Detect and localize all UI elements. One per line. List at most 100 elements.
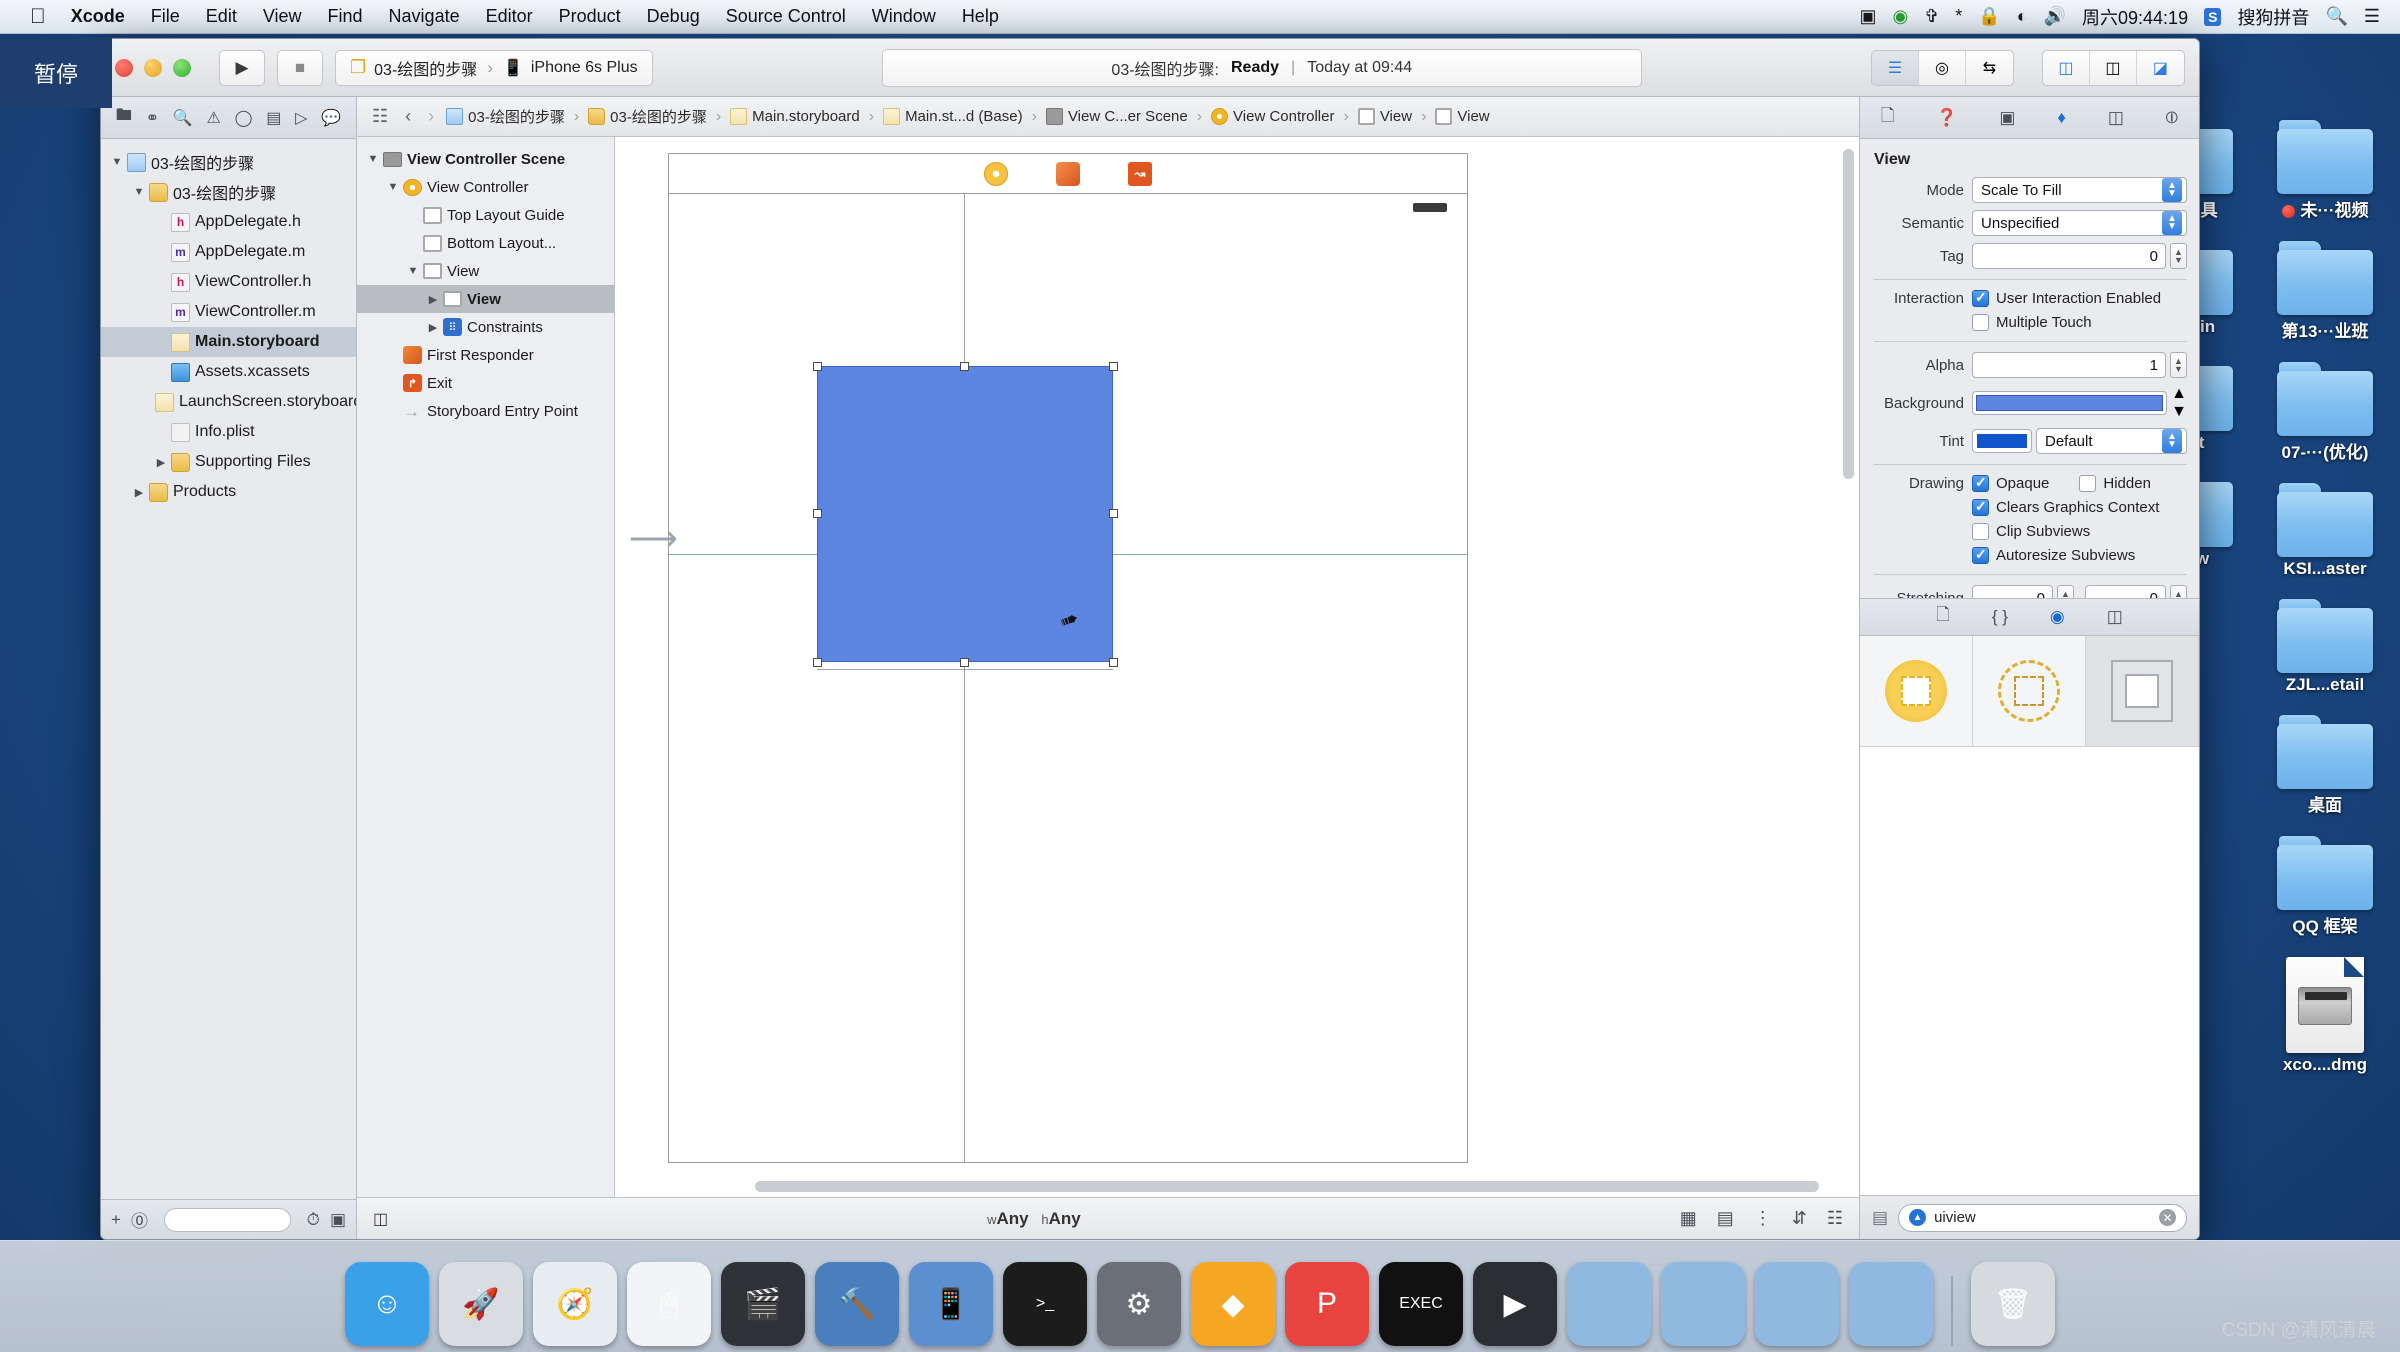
navigator-item[interactable]: mAppDelegate.m — [101, 237, 356, 267]
field-tag[interactable]: Tag 0 ▲▼ — [1860, 243, 2187, 269]
stretch-y-input[interactable]: 0 — [2085, 585, 2166, 598]
alpha-stepper[interactable]: ▲▼ — [2170, 352, 2187, 378]
autoresize-checkbox[interactable] — [1972, 547, 1989, 564]
dock-app-media-player[interactable]: ▶ — [1473, 1262, 1557, 1346]
issue-icon[interactable]: ⚠ — [206, 108, 220, 128]
object-library-grid[interactable] — [1860, 636, 2199, 746]
filter-circle-icon[interactable]: ⓪ — [131, 1207, 148, 1232]
field-multiple-touch[interactable]: Multiple Touch — [1860, 314, 2187, 331]
outline-item[interactable]: ↱Exit — [357, 369, 614, 397]
standard-editor-icon[interactable]: ☰ — [1872, 51, 1919, 85]
outline-item[interactable]: →Storyboard Entry Point — [357, 397, 614, 425]
unsaved-icon[interactable]: ▣ — [330, 1210, 346, 1230]
semantic-popup[interactable]: Unspecified ▲▼ — [1972, 210, 2187, 236]
resize-handle-bottom-right[interactable] — [1109, 658, 1118, 667]
navigator-item[interactable]: ▼03-绘图的步骤 — [101, 177, 356, 207]
resize-handle-middle-left[interactable] — [813, 509, 822, 518]
dock-app-safari[interactable]: 🧭 — [533, 1262, 617, 1346]
outline-item[interactable]: ▼View — [357, 257, 614, 285]
field-stretching[interactable]: Stretching 0 ▲▼ 0 ▲▼ — [1860, 585, 2187, 598]
resize-handle-top-right[interactable] — [1109, 362, 1118, 371]
resize-handle-middle-right[interactable] — [1109, 509, 1118, 518]
field-drawing[interactable]: Drawing Opaque Hidden — [1860, 475, 2187, 492]
navigator-item[interactable]: hAppDelegate.h — [101, 207, 356, 237]
user-interaction-checkbox[interactable] — [1972, 290, 1989, 307]
disclosure-triangle-icon[interactable]: ▶ — [425, 293, 441, 306]
editor-mode-segments[interactable]: ☰ ◎ ⇆ — [1871, 50, 2014, 86]
run-button[interactable]: ▶ — [219, 50, 265, 86]
navigator-toggle-icon[interactable]: ◫ — [2043, 51, 2090, 85]
resize-handle-top-center[interactable] — [960, 362, 969, 371]
navigator-item[interactable]: LaunchScreen.storyboard — [101, 387, 356, 417]
tint-color-well[interactable] — [1972, 429, 2032, 453]
screen-record-icon[interactable]: ▣ — [1859, 6, 1876, 27]
library-object-uiview[interactable] — [2086, 636, 2199, 746]
chevron-updown-icon[interactable]: ▲▼ — [2162, 429, 2182, 453]
outline-item[interactable]: ▼View Controller Scene — [357, 145, 614, 173]
navigator-item[interactable]: Info.plist — [101, 417, 356, 447]
desktop-icon[interactable]: 07-···(优化) — [2260, 362, 2390, 463]
menu-item-file[interactable]: File — [138, 6, 193, 27]
desktop-icon[interactable]: QQ 框架 — [2260, 836, 2390, 937]
interface-builder-canvas[interactable]: ↝ — [615, 137, 1859, 1197]
document-outline-tree[interactable]: ▼View Controller Scene▼View ControllerTo… — [357, 145, 614, 425]
menu-item-view[interactable]: View — [250, 6, 315, 27]
document-outline[interactable]: ▼View Controller Scene▼View ControllerTo… — [357, 137, 615, 1197]
breadcrumb-item[interactable]: View Controller — [1211, 108, 1334, 125]
navigator-item[interactable]: Assets.xcassets — [101, 357, 356, 387]
desktop-icon[interactable]: ZJL...etail — [2260, 599, 2390, 695]
field-background[interactable]: Background ▲▼ — [1860, 385, 2187, 421]
field-alpha[interactable]: Alpha 1 ▲▼ — [1860, 352, 2187, 378]
related-items-icon[interactable]: ☷ — [367, 106, 393, 127]
dock-app-terminal[interactable]: >_ — [1003, 1262, 1087, 1346]
object-library-icon[interactable]: ◉ — [2050, 607, 2065, 627]
disclosure-triangle-icon[interactable]: ▶ — [425, 321, 441, 334]
navigator-item[interactable]: hViewController.h — [101, 267, 356, 297]
field-semantic[interactable]: Semantic Unspecified ▲▼ — [1860, 210, 2187, 236]
breadcrumb-item[interactable]: Main.storyboard — [730, 108, 860, 125]
add-file-button[interactable]: + — [111, 1210, 121, 1230]
maximize-button[interactable] — [173, 59, 191, 77]
exit-icon[interactable]: ↝ — [1128, 162, 1152, 186]
view-controller-device[interactable]: ↝ — [668, 153, 1468, 1163]
menu-item-window[interactable]: Window — [859, 6, 949, 27]
chevron-updown-icon[interactable]: ▲▼ — [2162, 178, 2182, 202]
resolve-issues-icon[interactable]: ⋮ — [1754, 1208, 1772, 1229]
field-autoresize[interactable]: Autoresize Subviews — [1860, 547, 2187, 564]
dock-app-settings[interactable]: ⚙ — [1097, 1262, 1181, 1346]
stop-button[interactable]: ■ — [277, 50, 323, 86]
stretch-x-input[interactable]: 0 — [1972, 585, 2053, 598]
airdrop-icon[interactable]: ✞ — [1924, 6, 1939, 27]
dock-app-paw[interactable]: P — [1285, 1262, 1369, 1346]
disclosure-triangle-icon[interactable]: ▼ — [365, 153, 381, 165]
update-icon[interactable]: ◉ — [1892, 6, 1908, 27]
outline-item[interactable]: ▶View — [357, 285, 614, 313]
breadcrumb-item[interactable]: View — [1435, 108, 1489, 125]
close-button[interactable] — [115, 59, 133, 77]
back-button[interactable]: ‹ — [400, 106, 416, 127]
navigator-filter-input[interactable] — [164, 1208, 291, 1232]
desktop-icon[interactable]: 未···视频 — [2260, 120, 2390, 221]
quick-help-icon[interactable]: ❓ — [1936, 108, 1957, 128]
desktop-icon[interactable]: KSI...aster — [2260, 483, 2390, 579]
dock-app-folder-2[interactable] — [1661, 1262, 1745, 1346]
field-interaction[interactable]: Interaction User Interaction Enabled — [1860, 290, 2187, 307]
disclosure-triangle-icon[interactable]: ▼ — [131, 186, 147, 198]
identity-inspector-icon[interactable]: ▣ — [1999, 108, 2015, 128]
dock-app-xcode[interactable]: 🔨 — [815, 1262, 899, 1346]
lock-icon[interactable]: 🔒 — [1978, 6, 2000, 27]
search-icon[interactable]: 🔍 — [2325, 6, 2347, 27]
dock-app-finder[interactable]: ☺ — [345, 1262, 429, 1346]
menu-item-product[interactable]: Product — [546, 6, 634, 27]
connections-inspector-icon[interactable]: ⦶ — [2166, 108, 2178, 128]
bluetooth-icon[interactable]: * — [1955, 6, 1962, 27]
canvas-scrollbar-vertical[interactable] — [1843, 149, 1854, 479]
breadcrumb[interactable]: 03-绘图的步骤›03-绘图的步骤›Main.storyboard›Main.s… — [446, 106, 1490, 127]
file-inspector-icon[interactable]: 🗋 — [1881, 103, 1895, 132]
outline-item[interactable]: Bottom Layout... — [357, 229, 614, 257]
file-template-library-icon[interactable]: 🗋 — [1936, 602, 1950, 631]
tint-popup[interactable]: Default ▲▼ — [2036, 428, 2187, 454]
input-method-label[interactable]: 搜狗拼音 — [2237, 4, 2309, 30]
auto-layout-pin-icon[interactable]: ▤ — [1717, 1208, 1734, 1229]
dock-app-mouse-app[interactable]: 🖱 — [627, 1262, 711, 1346]
